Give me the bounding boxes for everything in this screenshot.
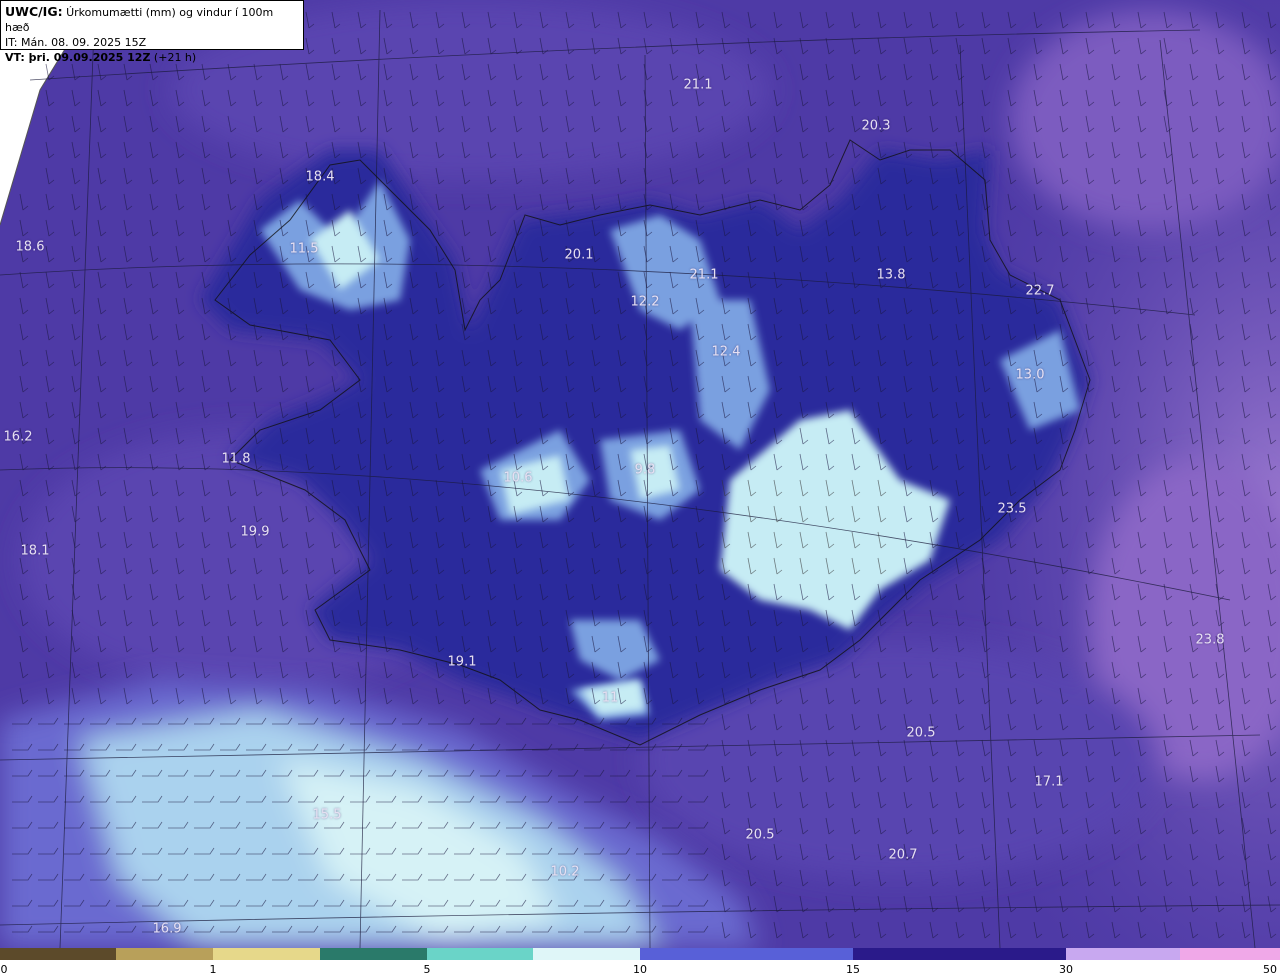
map-value-label: 16.2 [3, 429, 33, 445]
map-value-label: 19.1 [447, 654, 477, 670]
map-value-label: 23.5 [997, 501, 1027, 517]
header-info-box: UWC/IG: Úrkomumætti (mm) og vindur í 100… [0, 0, 304, 64]
map-value-label: 9.8 [634, 462, 656, 478]
it-label: IT: [5, 36, 18, 49]
colorbar-tick-label: 15 [846, 963, 860, 976]
map-value-label: 21.1 [689, 267, 719, 283]
colorbar-segment [1180, 948, 1280, 960]
map-value-label: 23.8 [1195, 632, 1225, 648]
colorbar-segment [213, 948, 320, 960]
map-value-label: 11.5 [289, 241, 319, 257]
initial-time: Mán. 08. 09. 2025 15Z [17, 36, 147, 49]
map-value-label: 12.2 [630, 294, 660, 310]
map-value-label: 15.5 [312, 807, 342, 823]
map-value-label: 18.6 [15, 239, 45, 255]
valid-time-label: VT: þri. 09.09.2025 12Z [5, 51, 151, 64]
map-value-label: 20.1 [564, 247, 594, 263]
map-value-label: 11 [601, 690, 619, 706]
colorbar-tick-label: 1 [209, 963, 217, 976]
colorbar-tick-label: 30 [1059, 963, 1073, 976]
map-value-label: 16.9 [152, 921, 182, 937]
colorbar-segment [427, 948, 533, 960]
map-value-label: 20.5 [745, 827, 775, 843]
colorbar-segment [0, 948, 116, 960]
map-value-label: 21.1 [683, 77, 713, 93]
colorbar-segment [320, 948, 427, 960]
map-value-label: 11.8 [221, 451, 251, 467]
colorbar-segment [853, 948, 1066, 960]
map-value-label: 20.3 [861, 118, 891, 134]
colorbar [0, 948, 1280, 960]
map-value-label: 17.1 [1034, 774, 1064, 790]
map-value-label: 10.6 [503, 470, 533, 486]
colorbar-tick-label: 50 [1263, 963, 1277, 976]
forecast-offset: (+21 h) [150, 51, 197, 64]
colorbar-tick-label: 10 [633, 963, 647, 976]
map-value-label: 18.4 [305, 169, 335, 185]
colorbar-segment [533, 948, 640, 960]
colorbar-tick-label: 5 [423, 963, 431, 976]
product-label: UWC/IG: [5, 4, 63, 19]
map-value-label: 12.4 [711, 344, 741, 360]
colorbar-segment [116, 948, 213, 960]
map-value-label: 20.7 [888, 847, 918, 863]
map-value-label: 18.1 [20, 543, 50, 559]
map-value-label: 13.0 [1015, 367, 1045, 383]
map-value-label: 20.5 [906, 725, 936, 741]
map-value-label: 10.2 [550, 864, 580, 880]
colorbar-tick-label: 0 [0, 963, 8, 976]
map-value-label: 19.9 [240, 524, 270, 540]
colorbar-segment [640, 948, 853, 960]
map-value-label: 13.8 [876, 267, 906, 283]
colorbar-segment [1066, 948, 1180, 960]
map-value-label: 22.7 [1025, 283, 1055, 299]
